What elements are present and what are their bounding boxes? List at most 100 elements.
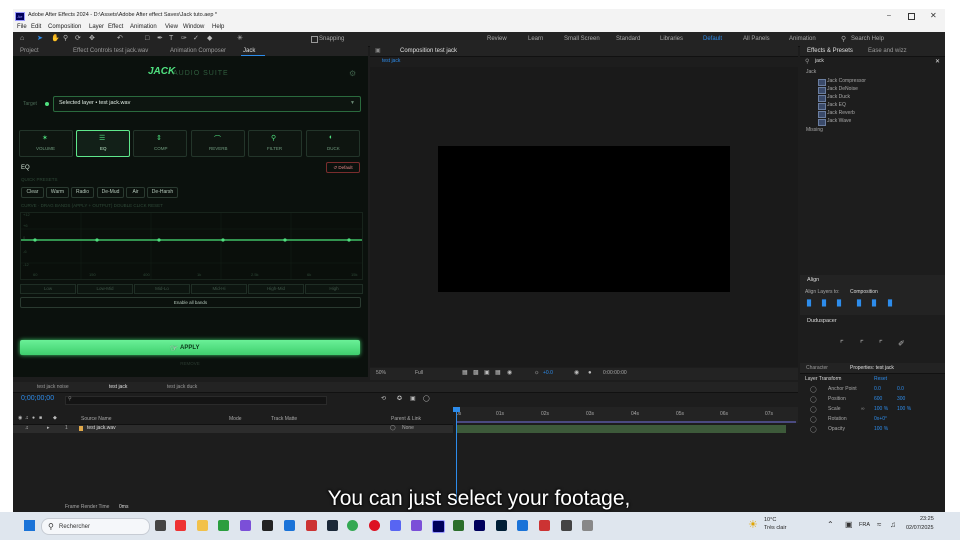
app-icon[interactable]	[411, 520, 422, 531]
menu-view[interactable]: View	[165, 24, 178, 30]
clock-date[interactable]: 02/07/2025	[906, 525, 934, 532]
premiere-icon[interactable]	[474, 520, 485, 531]
puppet-tool-icon[interactable]: ✳	[237, 35, 243, 42]
preset-warm[interactable]: Warm	[46, 187, 69, 198]
tab-ease-and-wizz[interactable]: Ease and wizz	[868, 48, 907, 54]
eraser-tool-icon[interactable]: ◆	[207, 35, 212, 42]
workspace-standard[interactable]: Standard	[616, 36, 640, 42]
workspace-animation[interactable]: Animation	[789, 36, 816, 42]
workspace-small-screen[interactable]: Small Screen	[564, 36, 600, 42]
grid-icon[interactable]: ▦	[495, 370, 501, 376]
effects-folder-missing[interactable]: Missing	[806, 128, 823, 133]
effect-item[interactable]: Jack EQ	[827, 103, 846, 108]
work-area-bar[interactable]	[456, 421, 796, 423]
timeline-search-field[interactable]	[65, 396, 327, 405]
tab-test-jack-noise[interactable]: test jack noise	[37, 384, 69, 390]
align-vcenter-icon[interactable]: ▉	[872, 301, 877, 307]
menu-edit[interactable]: Edit	[31, 24, 41, 30]
mask-icon[interactable]: ▣	[484, 370, 490, 376]
weather-icon[interactable]: ☀	[748, 518, 758, 531]
snapshot-icon[interactable]: ◉	[574, 370, 579, 376]
mode-volume[interactable]: ✶ VOLUME	[19, 130, 73, 157]
band-button-high[interactable]: High	[305, 284, 363, 294]
motion-blur-icon[interactable]: ◯	[423, 396, 430, 402]
mode-comp[interactable]: ⇕ COMP	[133, 130, 187, 157]
taskbar-search-box[interactable]: ⚲ Rechercher	[41, 518, 150, 535]
stopwatch-icon[interactable]: ◯	[810, 416, 817, 423]
menu-composition[interactable]: Composition	[48, 24, 81, 30]
effect-item[interactable]: Jack Compressor	[827, 79, 866, 84]
remove-button[interactable]: REMOVE	[20, 359, 360, 369]
channel-icon[interactable]: ◉	[507, 370, 512, 376]
steam-icon[interactable]	[327, 520, 338, 531]
band-button-mid-lo[interactable]: Mid-Lo	[134, 284, 190, 294]
zoom-tool-icon[interactable]: ⚲	[63, 35, 68, 42]
chevron-up-icon[interactable]: ⌃	[827, 520, 834, 529]
preset-air[interactable]: Air	[126, 187, 145, 198]
corner-icon[interactable]: ⌜	[840, 340, 844, 348]
effect-item[interactable]: Jack Wave	[827, 119, 851, 124]
effects-search-input[interactable]: jack	[815, 59, 824, 64]
tab-project[interactable]: Project	[20, 48, 39, 54]
time-ruler[interactable]: 0s 01s 02s 03s 04s 05s 06s 07s	[456, 407, 798, 423]
timeline-timecode[interactable]: 0;00;00;00	[21, 395, 54, 402]
app-icon[interactable]	[517, 520, 528, 531]
app-icon[interactable]	[539, 520, 550, 531]
photoshop-icon[interactable]	[496, 520, 507, 531]
app-icon[interactable]	[582, 520, 593, 531]
opera-icon[interactable]	[369, 520, 380, 531]
tab-jack[interactable]: Jack	[243, 48, 255, 54]
layer-row[interactable]: ♫ ▸ 1 test jack.wav ◯ None	[13, 425, 453, 433]
clock-time[interactable]: 23:25	[920, 516, 934, 523]
tab-effects-presets[interactable]: Effects & Presets	[807, 48, 853, 54]
xbox-icon[interactable]	[218, 520, 229, 531]
clear-search-icon[interactable]: ✕	[935, 58, 940, 65]
exposure-value[interactable]: +0.0	[543, 371, 553, 376]
align-left-icon[interactable]: ▉	[807, 301, 812, 307]
workspace-default[interactable]: Default	[703, 36, 722, 42]
mode-eq[interactable]: ☰ EQ	[76, 130, 130, 157]
transform-reset-link[interactable]: Reset	[874, 377, 887, 382]
menu-file[interactable]: File	[17, 24, 27, 30]
tab-character[interactable]: Character	[806, 365, 828, 371]
eq-curve-graph[interactable]: +12 +6 0 -6 -12 60 150 400 1k 2.5k 6k 15…	[20, 212, 363, 280]
app-icon[interactable]	[262, 520, 273, 531]
language-indicator[interactable]: FRA	[859, 522, 870, 529]
task-view-icon[interactable]	[155, 520, 166, 531]
exposure-icon[interactable]: ☼	[534, 370, 540, 376]
comp-subtab-test-jack[interactable]: test jack	[382, 59, 400, 64]
band-button-low[interactable]: Low	[20, 284, 76, 294]
stopwatch-icon[interactable]: ◯	[810, 386, 817, 393]
preset-clear[interactable]: Clear	[21, 187, 44, 198]
preset-de-mud[interactable]: De-Mud	[97, 187, 124, 198]
corner-round-icon[interactable]: ⌜	[860, 340, 864, 348]
close-icon[interactable]: ✕	[930, 11, 937, 20]
stopwatch-icon[interactable]: ◯	[810, 406, 817, 413]
stopwatch-icon[interactable]: ◯	[810, 426, 817, 433]
snapping-checkbox[interactable]	[311, 36, 318, 43]
transparency-grid-icon[interactable]: ▩	[473, 370, 479, 376]
pickwhip-icon[interactable]: ◯	[390, 426, 396, 431]
workspace-learn[interactable]: Learn	[528, 36, 543, 42]
link-icon[interactable]: ∞	[861, 406, 865, 412]
effect-item[interactable]: Jack DeNoise	[827, 87, 858, 92]
align-hcenter-icon[interactable]: ▉	[822, 301, 827, 307]
shape-tool-icon[interactable]: □	[145, 35, 149, 42]
align-bottom-icon[interactable]: ▉	[888, 301, 893, 307]
property-value[interactable]: 0x+0°	[874, 417, 887, 422]
quality-select[interactable]: Full	[415, 371, 423, 376]
property-value[interactable]: 100 %	[874, 427, 888, 432]
app-icon[interactable]	[306, 520, 317, 531]
mode-duck[interactable]: ◐ DUCK	[306, 130, 360, 157]
wifi-icon[interactable]: ≈	[877, 520, 881, 529]
after-effects-taskbar-icon[interactable]	[432, 520, 445, 533]
preset-radio[interactable]: Radio	[71, 187, 94, 198]
property-value[interactable]: 0.0	[897, 387, 904, 392]
property-value[interactable]: 300	[897, 397, 905, 402]
photos-icon[interactable]	[240, 520, 251, 531]
comp-canvas[interactable]	[438, 146, 730, 292]
lock-icon[interactable]: ▣	[375, 47, 381, 54]
zoom-select[interactable]: 50%	[376, 371, 386, 376]
region-icon[interactable]: ▦	[462, 370, 468, 376]
workspace-review[interactable]: Review	[487, 36, 507, 42]
